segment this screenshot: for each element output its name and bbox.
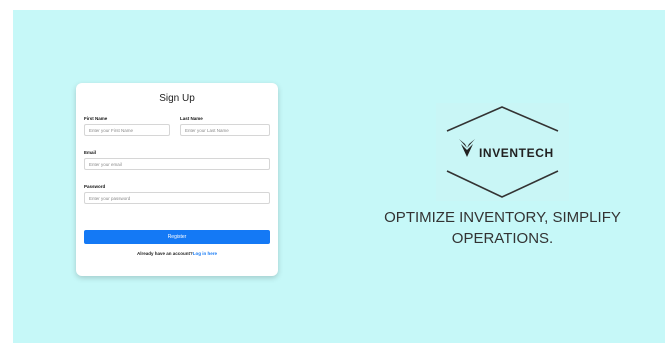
left-strip: [0, 10, 13, 343]
brand-tagline: OPTIMIZE INVENTORY, SIMPLIFY OPERATIONS.: [345, 207, 660, 249]
last-name-label: Last Name: [180, 116, 203, 121]
register-button[interactable]: Register: [84, 230, 270, 244]
first-name-field[interactable]: [84, 124, 170, 136]
leaf-mark-icon: [459, 139, 475, 157]
first-name-label: First Name: [84, 116, 108, 121]
logo-wordmark: INVENTECH: [479, 146, 554, 160]
page: Sign Up First Name Last Name Email Passw…: [0, 10, 665, 343]
signup-card: Sign Up First Name Last Name Email Passw…: [76, 83, 278, 276]
login-prompt-text: Already have an account?: [136, 251, 193, 256]
email-label: Email: [84, 150, 97, 155]
signup-title: Sign Up: [159, 93, 195, 104]
password-field[interactable]: [84, 192, 270, 204]
login-link[interactable]: Log in here: [193, 251, 217, 256]
password-label: Password: [84, 184, 106, 189]
email-field[interactable]: [84, 158, 270, 170]
tagline-line-1: OPTIMIZE INVENTORY, SIMPLIFY: [384, 209, 621, 226]
login-prompt-row: Already have an account?Log in here: [76, 251, 278, 256]
tagline-line-2: OPERATIONS.: [451, 230, 554, 247]
last-name-field[interactable]: [180, 124, 270, 136]
